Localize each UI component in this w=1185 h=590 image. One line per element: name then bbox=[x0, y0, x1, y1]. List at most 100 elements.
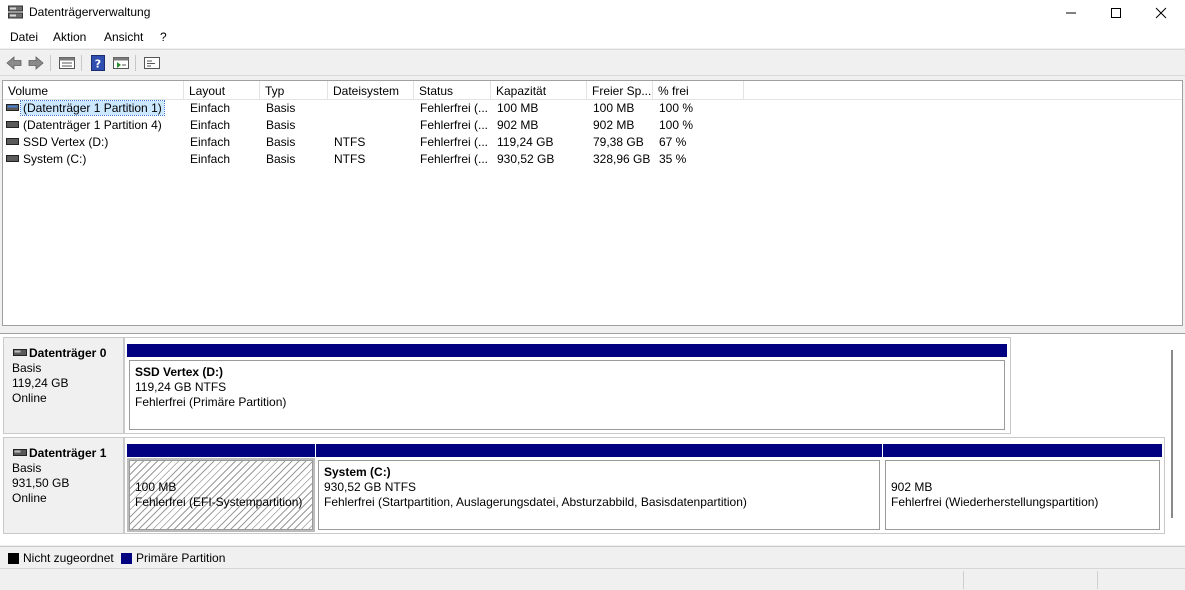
menu-help[interactable]: ? bbox=[160, 30, 167, 44]
table-row[interactable]: (Datenträger 1 Partition 1) Einfach Basi… bbox=[3, 100, 1182, 117]
cell-layout: Einfach bbox=[190, 152, 231, 166]
cell-capacity: 930,52 GB bbox=[497, 152, 555, 166]
cell-type: Basis bbox=[266, 135, 296, 149]
cell-free: 79,38 GB bbox=[593, 135, 644, 149]
cell-volume: SSD Vertex (D:) bbox=[23, 135, 109, 149]
help-icon[interactable]: ? bbox=[89, 54, 107, 72]
partition-size: 119,24 GB NTFS bbox=[135, 380, 227, 394]
primary-partition-bar bbox=[883, 444, 1162, 457]
column-header-dateisystem[interactable]: Dateisystem bbox=[328, 81, 414, 100]
volume-icon bbox=[6, 155, 19, 162]
table-row[interactable]: SSD Vertex (D:) Einfach Basis NTFS Fehle… bbox=[3, 134, 1182, 151]
volume-list-header: Volume Layout Typ Dateisystem Status Kap… bbox=[3, 81, 1182, 100]
table-row[interactable]: (Datenträger 1 Partition 4) Einfach Basi… bbox=[3, 117, 1182, 134]
disk-icon bbox=[13, 449, 27, 456]
legend-swatch-unallocated bbox=[8, 553, 19, 564]
legend-swatch-primary bbox=[121, 553, 132, 564]
disk-graphical-view: Datenträger 0 Basis 119,24 GB Online SSD… bbox=[0, 333, 1185, 545]
column-header-volume[interactable]: Volume bbox=[3, 81, 184, 100]
cell-type: Basis bbox=[266, 101, 296, 115]
disk-0-partitions: SSD Vertex (D:) 119,24 GB NTFS Fehlerfre… bbox=[124, 337, 1011, 434]
primary-partition-bar bbox=[316, 444, 882, 457]
scrollbar-thumb[interactable] bbox=[1171, 350, 1173, 518]
cell-layout: Einfach bbox=[190, 101, 231, 115]
disk-0-name: Datenträger 0 bbox=[29, 346, 107, 360]
legend-label-primary: Primäre Partition bbox=[136, 551, 226, 565]
column-header-typ[interactable]: Typ bbox=[260, 81, 328, 100]
partition-name: SSD Vertex (D:) bbox=[135, 365, 224, 379]
disk-1-type: Basis bbox=[12, 461, 42, 475]
menu-datei[interactable]: Datei bbox=[10, 30, 38, 44]
close-icon bbox=[1155, 7, 1167, 19]
cell-layout: Einfach bbox=[190, 118, 231, 132]
partition-size: 930,52 GB NTFS bbox=[324, 480, 417, 494]
table-row[interactable]: System (C:) Einfach Basis NTFS Fehlerfre… bbox=[3, 151, 1182, 168]
disk-icon bbox=[13, 349, 27, 356]
cell-capacity: 119,24 GB bbox=[497, 135, 554, 149]
minimize-icon bbox=[1066, 12, 1076, 14]
cell-percent-free: 35 % bbox=[659, 152, 687, 166]
cell-status: Fehlerfrei (... bbox=[420, 118, 489, 132]
column-header-freier-speicher[interactable]: Freier Sp... bbox=[587, 81, 653, 100]
column-header-status[interactable]: Status bbox=[414, 81, 491, 100]
status-bar bbox=[0, 568, 1185, 590]
partition-system-c[interactable]: System (C:) 930,52 GB NTFS Fehlerfrei (S… bbox=[316, 444, 882, 532]
cell-capacity: 902 MB bbox=[497, 118, 539, 132]
toolbar: ? bbox=[0, 49, 1185, 76]
cell-volume: System (C:) bbox=[23, 152, 87, 166]
close-button[interactable] bbox=[1138, 0, 1184, 26]
disk-list-icon[interactable] bbox=[58, 54, 76, 72]
disk-0-type: Basis bbox=[12, 361, 42, 375]
properties-icon[interactable] bbox=[112, 54, 130, 72]
partition-status: Fehlerfrei (EFI-Systempartition) bbox=[135, 495, 303, 509]
disk-1-state: Online bbox=[12, 491, 47, 505]
back-icon[interactable] bbox=[5, 54, 23, 72]
cell-status: Fehlerfrei (... bbox=[420, 135, 489, 149]
partition-ssd-vertex[interactable]: SSD Vertex (D:) 119,24 GB NTFS Fehlerfre… bbox=[127, 344, 1007, 432]
svg-text:?: ? bbox=[95, 58, 101, 71]
disk-0-state: Online bbox=[12, 391, 47, 405]
volume-icon bbox=[6, 104, 19, 111]
menu-aktion[interactable]: Aktion bbox=[53, 30, 86, 44]
partition-name: System (C:) bbox=[324, 465, 391, 479]
disk-1-size: 931,50 GB bbox=[12, 476, 70, 490]
column-header-kapazitaet[interactable]: Kapazität bbox=[491, 81, 587, 100]
cell-status: Fehlerfrei (... bbox=[420, 152, 489, 166]
cell-free: 902 MB bbox=[593, 118, 635, 132]
menu-ansicht[interactable]: Ansicht bbox=[104, 30, 143, 44]
cell-status: Fehlerfrei (... bbox=[420, 101, 489, 115]
console-icon[interactable] bbox=[143, 54, 161, 72]
volume-list[interactable]: Volume Layout Typ Dateisystem Status Kap… bbox=[2, 80, 1183, 326]
maximize-button[interactable] bbox=[1093, 0, 1139, 26]
cell-type: Basis bbox=[266, 152, 296, 166]
cell-percent-free: 67 % bbox=[659, 135, 687, 149]
vertical-scrollbar[interactable] bbox=[1168, 346, 1176, 534]
title-bar: Datenträgerverwaltung bbox=[0, 0, 1185, 26]
minimize-button[interactable] bbox=[1048, 0, 1094, 26]
disk-1-label[interactable]: Datenträger 1 Basis 931,50 GB Online bbox=[3, 437, 124, 534]
cell-percent-free: 100 % bbox=[659, 118, 694, 132]
partition-recovery[interactable]: 902 MB Fehlerfrei (Wiederherstellungspar… bbox=[883, 444, 1162, 532]
legend-label-unallocated: Nicht zugeordnet bbox=[23, 551, 114, 565]
disk-1-partitions: 100 MB Fehlerfrei (EFI-Systempartition) … bbox=[124, 437, 1165, 534]
forward-icon[interactable] bbox=[27, 54, 45, 72]
column-header-prozent-frei[interactable]: % frei bbox=[653, 81, 744, 100]
cell-type: Basis bbox=[266, 118, 296, 132]
partition-size: 100 MB bbox=[135, 480, 177, 494]
disk-1-name: Datenträger 1 bbox=[29, 446, 107, 460]
maximize-icon bbox=[1111, 8, 1121, 18]
cell-volume: (Datenträger 1 Partition 1) bbox=[20, 100, 165, 116]
partition-size: 902 MB bbox=[891, 480, 933, 494]
partition-efi[interactable]: 100 MB Fehlerfrei (EFI-Systempartition) bbox=[127, 444, 315, 532]
column-header-layout[interactable]: Layout bbox=[184, 81, 260, 100]
partition-status: Fehlerfrei (Primäre Partition) bbox=[135, 395, 287, 409]
volume-icon bbox=[6, 138, 19, 145]
cell-filesystem: NTFS bbox=[334, 152, 366, 166]
disk-0-label[interactable]: Datenträger 0 Basis 119,24 GB Online bbox=[3, 337, 124, 434]
primary-partition-bar bbox=[127, 444, 315, 457]
cell-percent-free: 100 % bbox=[659, 101, 694, 115]
volume-icon bbox=[6, 121, 19, 128]
primary-partition-bar bbox=[127, 344, 1007, 357]
cell-free: 328,96 GB bbox=[593, 152, 651, 166]
cell-layout: Einfach bbox=[190, 135, 231, 149]
